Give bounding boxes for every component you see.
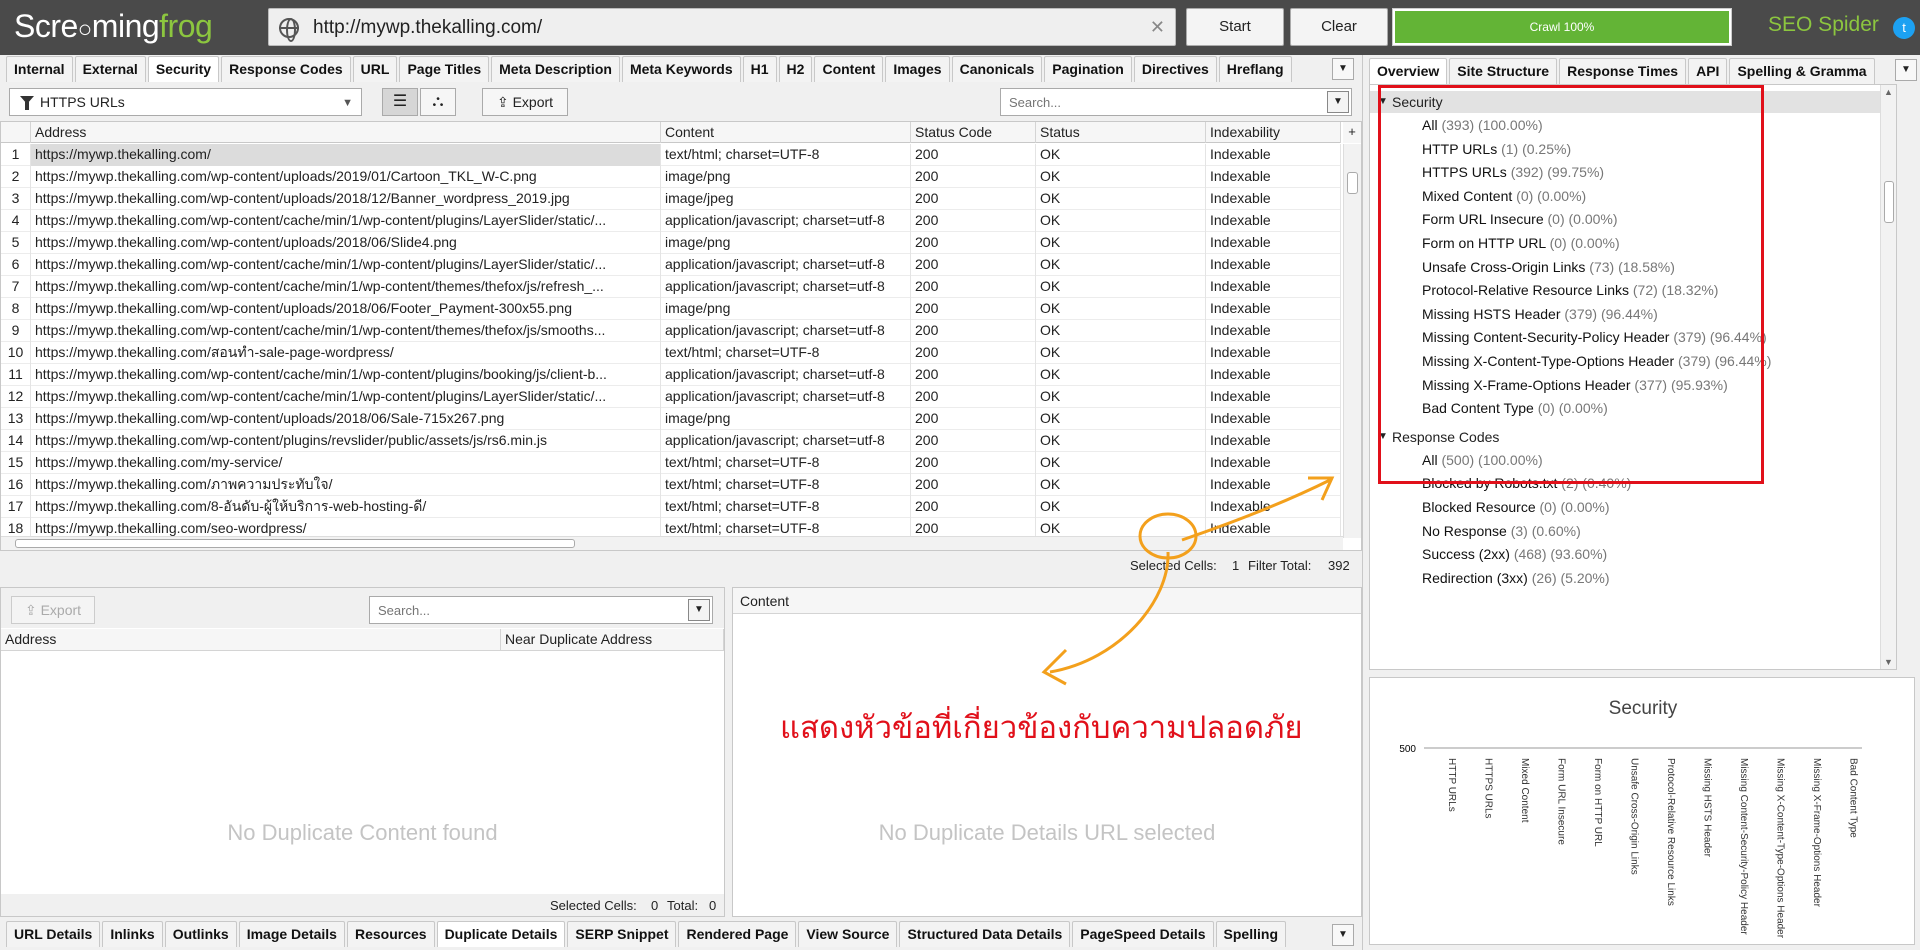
annotation-arrowhead-left xyxy=(1041,648,1068,686)
annotation-line-right xyxy=(1181,478,1331,542)
annotation-arrow xyxy=(1041,476,1335,686)
annotation-text: แสดงหัวข้อที่เกี่ยวข้องกับความปลอดภัย xyxy=(780,710,1303,745)
annotation-curve xyxy=(1049,551,1170,674)
annotation-circle xyxy=(1138,512,1198,560)
